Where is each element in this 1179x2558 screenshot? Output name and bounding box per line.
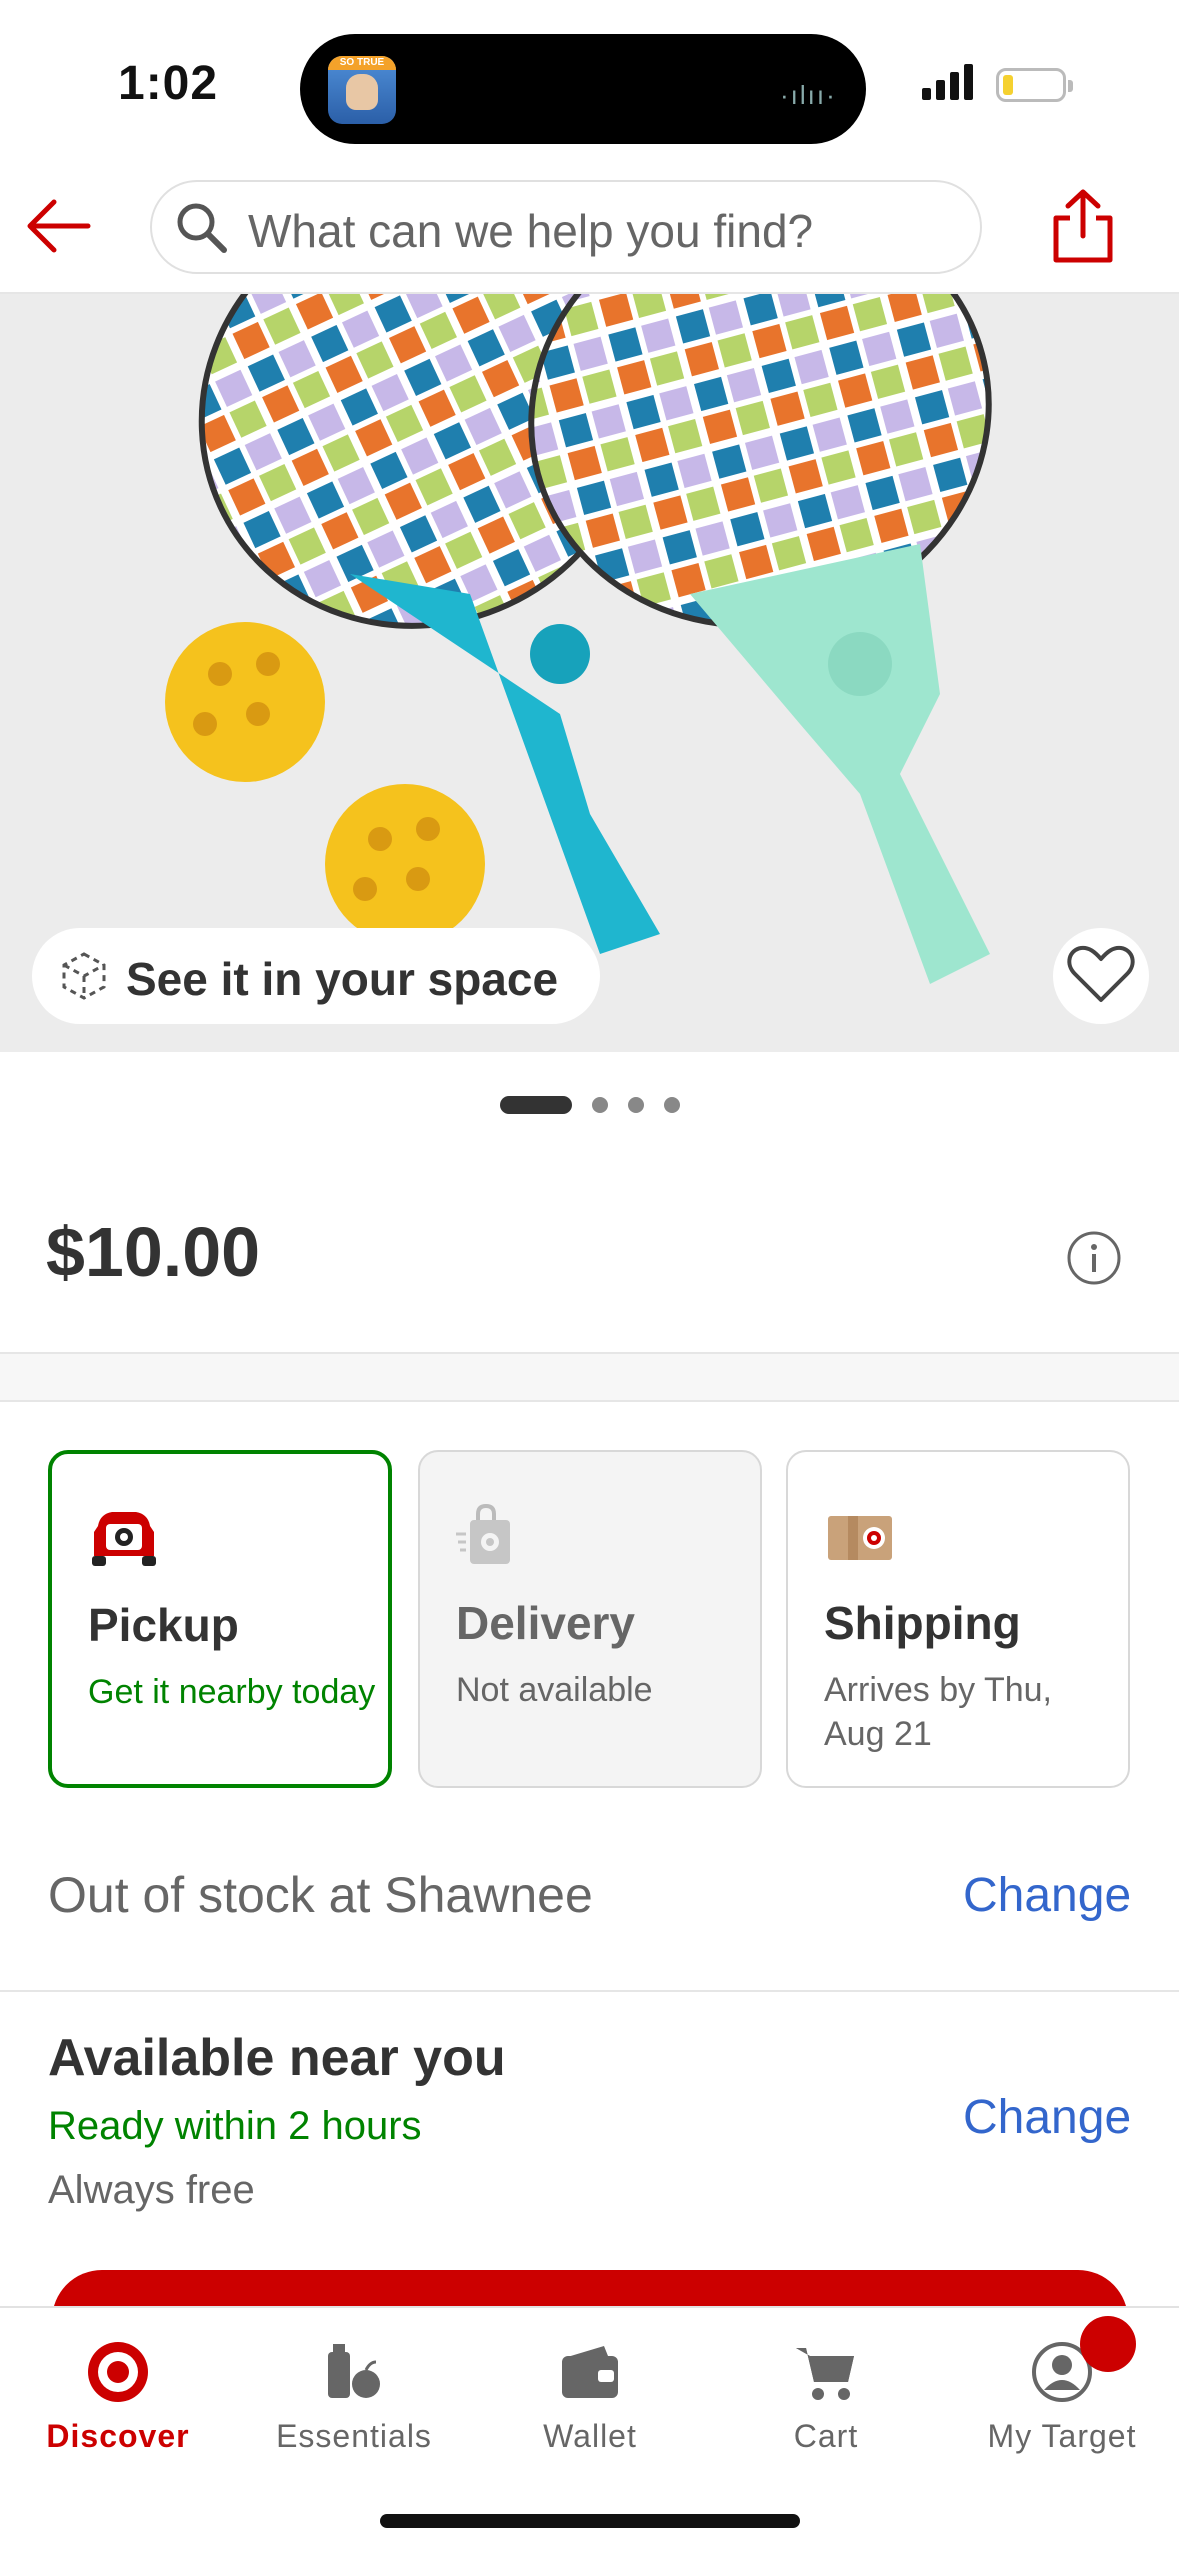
tab-cart[interactable]: Cart: [708, 2308, 944, 2488]
carousel-dot: [628, 1097, 644, 1113]
tab-cart-label: Cart: [793, 2418, 859, 2454]
change-nearby-store-link[interactable]: Change: [963, 2090, 1131, 2145]
status-time: 1:02: [118, 57, 219, 110]
section-separator: [0, 1990, 1179, 1992]
carousel-dot: [664, 1097, 680, 1113]
notification-badge: [1080, 2316, 1136, 2372]
battery-icon: [996, 68, 1073, 102]
store-stock-status: Out of stock at Shawnee: [48, 1867, 593, 1923]
delivery-subtitle: Not available: [456, 1671, 653, 1709]
change-store-link[interactable]: Change: [963, 1868, 1131, 1923]
product-price: $10.00: [46, 1213, 261, 1291]
tab-my-target-label: My Target: [987, 2418, 1137, 2454]
search-icon: [177, 203, 227, 253]
back-arrow-icon[interactable]: [24, 196, 94, 256]
carousel-dot: [592, 1097, 608, 1113]
ready-time-text: Ready within 2 hours: [48, 2104, 422, 2148]
tab-my-target[interactable]: My Target: [944, 2308, 1179, 2488]
pickup-option-card[interactable]: Pickup Get it nearby today: [48, 1450, 392, 1788]
section-divider: [0, 1352, 1179, 1402]
see-in-space-label: See it in your space: [126, 953, 559, 1005]
pickup-car-icon: [92, 1512, 156, 1566]
shipping-title: Shipping: [824, 1597, 1021, 1649]
heart-icon: [1067, 945, 1135, 1002]
cart-icon: [796, 2348, 854, 2400]
live-activity-thumbnail: SO TRUE: [328, 56, 396, 124]
delivery-bag-icon: [456, 1504, 510, 1564]
tab-discover-label: Discover: [46, 2418, 190, 2454]
wallet-icon: [562, 2346, 618, 2398]
ar-cube-icon: [62, 952, 106, 1000]
live-activity-tag: SO TRUE: [328, 56, 396, 70]
pickup-fee-text: Always free: [48, 2168, 255, 2212]
pickup-subtitle: Get it nearby today: [88, 1673, 376, 1711]
pickup-title: Pickup: [88, 1599, 239, 1651]
info-icon[interactable]: [1066, 1230, 1122, 1286]
cellular-signal-icon: [922, 64, 973, 100]
dynamic-island[interactable]: SO TRUE ·ılıı·: [300, 34, 866, 144]
audio-wave-icon: ·ılıı·: [780, 80, 837, 110]
tab-essentials-label: Essentials: [276, 2418, 432, 2454]
delivery-title: Delivery: [456, 1597, 636, 1649]
shipping-option-card[interactable]: Shipping Arrives by Thu, Aug 21: [786, 1450, 1130, 1788]
favorite-button[interactable]: [1053, 928, 1149, 1024]
search-placeholder: What can we help you find?: [248, 205, 814, 257]
carousel-dot-active: [500, 1096, 572, 1114]
delivery-option-card[interactable]: Delivery Not available: [418, 1450, 762, 1788]
home-indicator[interactable]: [380, 2514, 800, 2528]
shipping-subtitle: Arrives by Thu, Aug 21: [824, 1671, 1053, 1753]
tab-wallet-label: Wallet: [543, 2418, 637, 2454]
target-bullseye-icon: [88, 2342, 148, 2402]
see-in-space-button[interactable]: See it in your space: [32, 928, 600, 1024]
shipping-box-icon: [828, 1516, 892, 1560]
search-input[interactable]: What can we help you find?: [150, 180, 982, 274]
essentials-icon: [328, 2344, 380, 2398]
available-near-title: Available near you: [48, 2029, 506, 2087]
tab-wallet[interactable]: Wallet: [472, 2308, 708, 2488]
share-icon[interactable]: [1050, 186, 1116, 266]
tab-essentials[interactable]: Essentials: [236, 2308, 472, 2488]
tab-discover[interactable]: Discover: [0, 2308, 236, 2488]
